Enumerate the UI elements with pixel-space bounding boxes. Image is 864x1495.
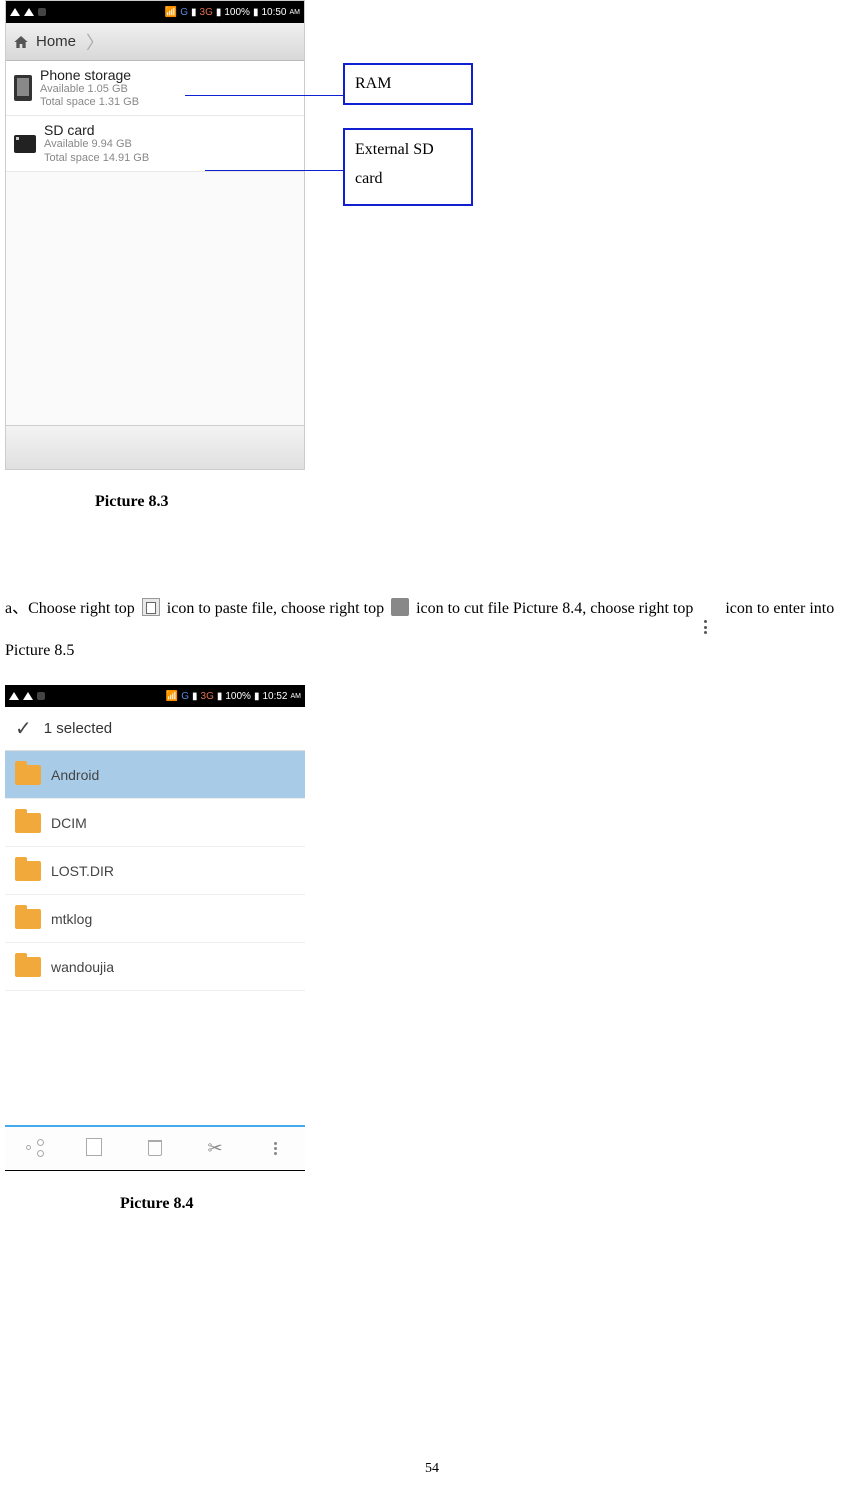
sd-card-icon <box>14 135 36 153</box>
page-number: 54 <box>0 1461 864 1477</box>
battery-percent: 100% <box>224 7 250 18</box>
selection-header[interactable]: ✓ 1 selected <box>5 707 305 751</box>
notification-icon <box>10 8 20 16</box>
caption-picture-8-3: Picture 8.3 <box>95 493 168 511</box>
folder-icon <box>15 765 41 785</box>
status-ampm: AM <box>290 9 301 16</box>
network-3g-label: 3G <box>201 691 214 702</box>
cut-icon <box>391 598 409 616</box>
caption-picture-8-4: Picture 8.4 <box>120 1195 193 1213</box>
signal-icon: ▮ <box>191 7 197 18</box>
file-manager-selection-screenshot: 📶 G ▮ 3G ▮ 100% ▮ 10:52 AM ✓ 1 selected … <box>5 685 305 1169</box>
para-part1: a、Choose right top <box>5 600 139 617</box>
action-toolbar: ✂ <box>5 1125 305 1169</box>
scissors-icon: ✂ <box>207 1138 222 1159</box>
para-part2: icon to paste file, choose right top <box>167 600 388 617</box>
signal-icon-2: ▮ <box>217 691 223 702</box>
warning-icon <box>23 692 33 700</box>
signal-icon-2: ▮ <box>216 7 222 18</box>
folder-item-dcim[interactable]: DCIM <box>5 799 305 847</box>
folder-icon <box>15 909 41 929</box>
folder-name: DCIM <box>51 815 87 831</box>
file-manager-home-screenshot: 📶 G ▮ 3G ▮ 100% ▮ 10:50 AM Home 〉 Phone … <box>5 0 305 470</box>
folder-icon <box>15 861 41 881</box>
network-g-label: G <box>180 7 188 18</box>
copy-button[interactable] <box>85 1138 105 1158</box>
network-g-label: G <box>181 691 189 702</box>
annotation-line-ram <box>185 95 343 96</box>
debug-icon <box>38 8 46 16</box>
overflow-menu-icon <box>700 598 718 616</box>
battery-icon: ▮ <box>253 7 259 18</box>
breadcrumb-home[interactable]: Home 〉 <box>6 23 304 61</box>
phone-storage-total: Total space 1.31 GB <box>40 96 139 109</box>
folder-name: Android <box>51 767 99 783</box>
overflow-icon <box>274 1142 277 1155</box>
phone-storage-icon <box>14 75 32 101</box>
wifi-icon: 📶 <box>166 691 178 702</box>
status-ampm: AM <box>291 693 302 700</box>
notification-icon <box>9 692 19 700</box>
network-3g-label: 3G <box>200 7 213 18</box>
annotation-sd-text: External SD card <box>355 141 434 187</box>
done-icon[interactable]: ✓ <box>15 716 32 741</box>
signal-icon: ▮ <box>192 691 198 702</box>
folder-item-wandoujia[interactable]: wandoujia <box>5 943 305 991</box>
phone-storage-title: Phone storage <box>40 67 139 83</box>
folder-icon <box>15 957 41 977</box>
annotation-ram-text: RAM <box>355 75 391 93</box>
annotation-line-sd <box>205 170 343 171</box>
chevron-right-icon: 〉 <box>86 29 104 55</box>
paste-icon <box>142 598 160 616</box>
folder-name: mtklog <box>51 911 92 927</box>
delete-button[interactable] <box>145 1138 165 1158</box>
selected-count-label: 1 selected <box>44 720 112 737</box>
sd-card-title: SD card <box>44 122 149 138</box>
folder-item-android[interactable]: Android <box>5 751 305 799</box>
share-icon <box>26 1139 44 1157</box>
sd-card-item[interactable]: SD card Available 9.94 GB Total space 14… <box>6 116 304 171</box>
copy-icon <box>88 1140 102 1156</box>
annotation-sd: External SD card <box>343 128 473 206</box>
trash-icon <box>148 1140 162 1156</box>
status-bar: 📶 G ▮ 3G ▮ 100% ▮ 10:50 AM <box>6 1 304 23</box>
folder-item-lostdir[interactable]: LOST.DIR <box>5 847 305 895</box>
figure-underline <box>5 1170 305 1171</box>
debug-icon <box>37 692 45 700</box>
share-button[interactable] <box>25 1138 45 1158</box>
phone-storage-available: Available 1.05 GB <box>40 83 139 96</box>
home-icon <box>12 34 30 50</box>
sd-card-available: Available 9.94 GB <box>44 138 149 151</box>
annotation-ram: RAM <box>343 63 473 105</box>
folder-name: LOST.DIR <box>51 863 114 879</box>
phone-storage-item[interactable]: Phone storage Available 1.05 GB Total sp… <box>6 61 304 116</box>
status-time: 10:50 <box>261 7 286 18</box>
wifi-icon: 📶 <box>165 7 177 18</box>
para-part3: icon to cut file Picture 8.4, choose rig… <box>416 600 697 617</box>
folder-item-mtklog[interactable]: mtklog <box>5 895 305 943</box>
warning-icon <box>24 8 34 16</box>
home-label: Home <box>36 33 76 50</box>
status-bar-2: 📶 G ▮ 3G ▮ 100% ▮ 10:52 AM <box>5 685 305 707</box>
bottom-bar <box>6 425 304 469</box>
battery-percent: 100% <box>225 691 251 702</box>
folder-name: wandoujia <box>51 959 114 975</box>
sd-card-total: Total space 14.91 GB <box>44 152 149 165</box>
battery-icon: ▮ <box>254 691 260 702</box>
instruction-paragraph: a、Choose right top icon to paste file, c… <box>5 588 859 671</box>
folder-icon <box>15 813 41 833</box>
cut-button[interactable]: ✂ <box>205 1138 225 1158</box>
more-button[interactable] <box>265 1138 285 1158</box>
status-time: 10:52 <box>262 691 287 702</box>
